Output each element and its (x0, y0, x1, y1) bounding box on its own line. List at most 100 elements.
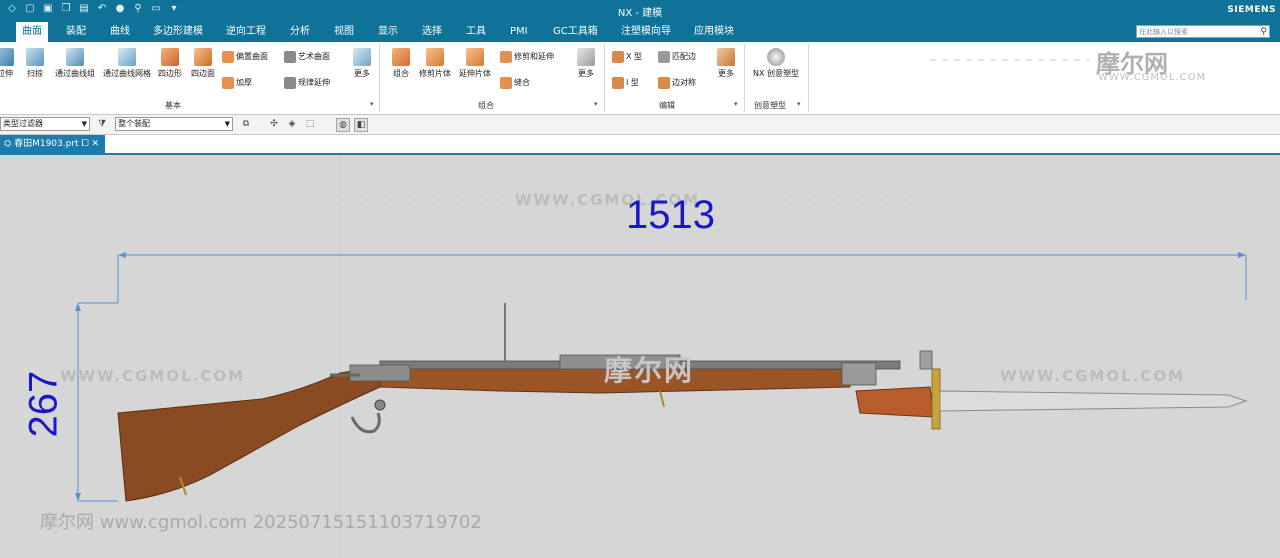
i-form-icon (612, 76, 624, 89)
group-divider (808, 44, 809, 112)
match-edge-label: 匹配边 (672, 52, 696, 61)
four-sided-button[interactable]: 四边形 (155, 48, 185, 79)
tab-analysis[interactable]: 分析 (290, 22, 310, 42)
combine-icon (392, 48, 410, 66)
through-curves-button[interactable]: 通过曲线组 (52, 48, 98, 79)
more-icon (353, 48, 371, 66)
x-form-icon (612, 50, 624, 63)
edge-symmetry-button[interactable]: 边对称 (658, 76, 696, 90)
group-combine-label: 组合 (478, 101, 494, 110)
render-mode-icon[interactable]: ◍ (336, 118, 350, 132)
trim-extend-label: 修剪和延伸 (514, 52, 554, 61)
match-edge-icon (658, 50, 670, 63)
offset-surface-button[interactable]: 偏置曲面 (222, 50, 268, 64)
scope-select[interactable]: 整个装配 ▼ (115, 117, 233, 131)
close-icon[interactable]: ✕ (92, 139, 100, 149)
i-form-button[interactable]: I 型 (612, 76, 639, 90)
group-divider (604, 44, 605, 112)
snap-point-icon[interactable]: ✣ (268, 118, 280, 130)
orient-view-icon[interactable]: ◧ (354, 118, 368, 132)
group-divider (379, 44, 380, 112)
bayonet-handle (855, 386, 935, 418)
tab-view[interactable]: 视图 (334, 22, 354, 42)
sweep-button[interactable]: 扫掠 (22, 48, 48, 79)
tab-polygon-modeling[interactable]: 多边形建模 (153, 22, 203, 42)
rifle-model (117, 303, 1248, 502)
graphics-window[interactable]: WWW.CGMOL.COM WWW.CGMOL.COM WWW.CGMOL.CO… (0, 155, 1280, 558)
tab-tools[interactable]: 工具 (466, 22, 486, 42)
nx-realize-shape-button[interactable]: NX 创意塑型 (750, 48, 802, 79)
trim-extend-icon (500, 50, 512, 63)
watermark-site: WWW.CGMOL.COM (1098, 72, 1207, 83)
tab-pmi[interactable]: PMI (510, 22, 528, 42)
search-input[interactable]: 在此输入以搜索 ⚲ (1136, 25, 1270, 38)
studio-surface-button[interactable]: 艺术曲面 (284, 50, 330, 64)
extrude-button[interactable]: 拉伸 (0, 48, 18, 79)
ribbon-tab-bar: 曲面 装配 曲线 多边形建模 逆向工程 分析 视图 显示 选择 工具 PMI G… (0, 22, 1280, 42)
through-curve-mesh-button[interactable]: 通过曲线网格 (99, 48, 155, 79)
tab-mold-wizard[interactable]: 注塑模向导 (621, 22, 671, 42)
search-icon[interactable]: ⚲ (1260, 26, 1267, 39)
thicken-label: 加厚 (236, 78, 252, 87)
trim-sheet-icon (426, 48, 444, 66)
chevron-down-icon[interactable]: ▾ (797, 100, 801, 108)
filter-icon[interactable]: ⧩ (96, 118, 108, 130)
edge-symmetry-label: 边对称 (672, 78, 696, 87)
sweep-label: 扫掠 (27, 69, 43, 78)
pin-icon[interactable]: ⧠ (81, 139, 88, 149)
search-placeholder: 在此输入以搜索 (1139, 28, 1188, 36)
tab-curve[interactable]: 曲线 (110, 22, 130, 42)
part-icon: ⛭ (4, 139, 12, 149)
extend-sheet-label: 延伸片体 (459, 69, 491, 78)
basic-more-button[interactable]: 更多 (349, 48, 375, 79)
selection-mode-icon[interactable]: ⬚ (304, 118, 316, 130)
x-form-button[interactable]: X 型 (612, 50, 642, 64)
trim-sheet-button[interactable]: 修剪片体 (416, 48, 454, 79)
nx-realize-shape-label: NX 创意塑型 (752, 69, 799, 78)
group-creative-label: 创意塑型 (754, 101, 786, 110)
through-curve-mesh-label: 通过曲线网格 (103, 69, 151, 78)
combine-more-button[interactable]: 更多 (573, 48, 599, 79)
edit-more-button[interactable]: 更多 (713, 48, 739, 79)
tab-reverse-engineering[interactable]: 逆向工程 (226, 22, 266, 42)
offset-surface-icon (222, 50, 234, 63)
brand-logo: SIEMENS (1227, 5, 1276, 15)
law-extension-button[interactable]: 规律延伸 (284, 76, 330, 90)
chevron-down-icon[interactable]: ▾ (370, 100, 374, 108)
arrow-left-icon (118, 252, 126, 258)
extend-sheet-button[interactable]: 延伸片体 (456, 48, 494, 79)
four-face-button[interactable]: 四边面 (188, 48, 218, 79)
general-selection-icon[interactable]: ⧉ (240, 118, 252, 130)
chevron-down-icon[interactable]: ▾ (734, 100, 738, 108)
i-form-label: I 型 (626, 78, 639, 87)
tab-applications[interactable]: 应用模块 (694, 22, 734, 42)
rifle-front-sight (919, 350, 933, 370)
trim-extend-button[interactable]: 修剪和延伸 (500, 50, 554, 64)
four-face-icon (194, 48, 212, 66)
basic-more-label: 更多 (354, 69, 370, 78)
law-extension-label: 规律延伸 (298, 78, 330, 87)
width-dimension-value[interactable]: 1513 (626, 193, 715, 238)
document-tab[interactable]: ⛭ 春田M1903.prt ⧠ ✕ (0, 135, 106, 153)
sew-label: 缝合 (514, 78, 530, 87)
height-dimension-value[interactable]: 267 (22, 371, 67, 438)
sew-button[interactable]: 缝合 (500, 76, 530, 90)
chevron-down-icon[interactable]: ▾ (594, 100, 598, 108)
rifle-trigger-guard (374, 399, 386, 411)
rifle-stock (117, 366, 381, 502)
combine-button[interactable]: 组合 (388, 48, 414, 79)
tab-display[interactable]: 显示 (378, 22, 398, 42)
tab-assembly[interactable]: 装配 (66, 22, 86, 42)
match-edge-button[interactable]: 匹配边 (658, 50, 696, 64)
selection-scope-icon[interactable]: ◈ (286, 118, 298, 130)
group-edit-label: 编辑 (659, 101, 675, 110)
law-extension-icon (284, 76, 296, 89)
tab-surface[interactable]: 曲面 (16, 22, 48, 42)
edge-symmetry-icon (658, 76, 670, 89)
thicken-icon (222, 76, 234, 89)
tab-selection[interactable]: 选择 (422, 22, 442, 42)
tab-gc-toolbox[interactable]: GC工具箱 (553, 22, 598, 42)
thicken-button[interactable]: 加厚 (222, 76, 252, 90)
bayonet-crossguard (931, 368, 941, 430)
type-filter-select[interactable]: 类型过滤器 ▼ (0, 117, 90, 131)
